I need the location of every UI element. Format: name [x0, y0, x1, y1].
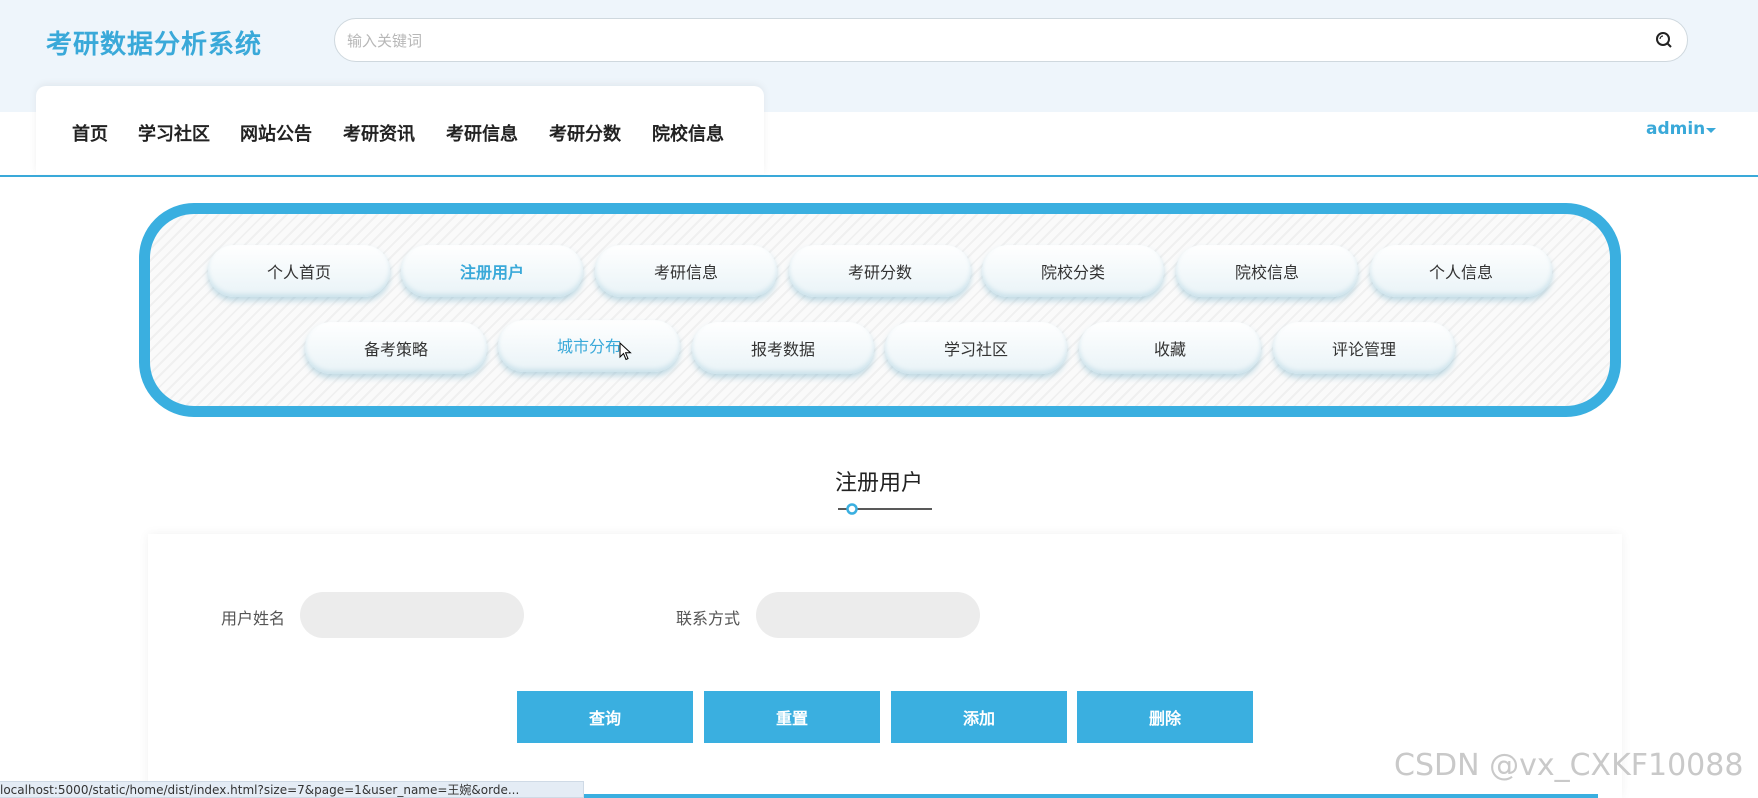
nav-item-exam-scores[interactable]: 考研分数 — [549, 120, 621, 146]
menu-comment-management[interactable]: 评论管理 — [1273, 322, 1455, 374]
search-input[interactable] — [345, 27, 1629, 55]
menu-city-distribution[interactable]: 城市分布 — [498, 320, 680, 372]
nav-item-announcements[interactable]: 网站公告 — [240, 120, 312, 146]
menu-school-category[interactable]: 院校分类 — [982, 245, 1164, 297]
menu-personal-home[interactable]: 个人首页 — [208, 245, 390, 297]
contact-label: 联系方式 — [676, 609, 741, 628]
menu-exam-info[interactable]: 考研信息 — [595, 245, 777, 297]
menu-registered-users[interactable]: 注册用户 — [401, 245, 583, 297]
title-underline-decoration — [838, 503, 932, 515]
mouse-cursor-icon — [619, 342, 632, 361]
page-title: 注册用户 — [834, 471, 923, 496]
username-label: 用户姓名 — [221, 609, 286, 628]
menu-study-community[interactable]: 学习社区 — [885, 322, 1067, 374]
browser-status-bar: localhost:5000/static/home/dist/index.ht… — [0, 781, 584, 798]
reset-button[interactable]: 重置 — [704, 691, 880, 743]
main-nav: 首页 学习社区 网站公告 考研资讯 考研信息 考研分数 院校信息 — [36, 86, 764, 174]
contact-input[interactable] — [756, 592, 980, 638]
nav-divider — [0, 175, 1758, 177]
menu-school-info[interactable]: 院校信息 — [1176, 245, 1358, 297]
nav-item-school-info[interactable]: 院校信息 — [652, 120, 724, 146]
nav-item-study-community[interactable]: 学习社区 — [138, 120, 210, 146]
menu-study-strategy[interactable]: 备考策略 — [305, 322, 487, 374]
search-box — [334, 18, 1688, 62]
table-header-edge — [560, 794, 1598, 798]
menu-personal-info[interactable]: 个人信息 — [1370, 245, 1552, 297]
nav-item-news[interactable]: 考研资讯 — [343, 120, 415, 146]
menu-application-data[interactable]: 报考数据 — [692, 322, 874, 374]
menu-favorites[interactable]: 收藏 — [1079, 322, 1261, 374]
watermark: CSDN @vx_CXKF10088 — [1394, 748, 1744, 783]
query-button[interactable]: 查询 — [517, 691, 693, 743]
search-icon[interactable] — [1653, 29, 1675, 51]
user-menu[interactable]: admin — [1646, 119, 1705, 139]
add-button[interactable]: 添加 — [891, 691, 1067, 743]
caret-down-icon[interactable] — [1706, 128, 1716, 133]
delete-button[interactable]: 删除 — [1077, 691, 1253, 743]
app-logo[interactable]: 考研数据分析系统 — [46, 24, 262, 61]
username-input[interactable] — [300, 592, 524, 638]
nav-item-exam-info[interactable]: 考研信息 — [446, 120, 518, 146]
menu-exam-scores[interactable]: 考研分数 — [789, 245, 971, 297]
center-menu — [139, 203, 1621, 417]
nav-item-home[interactable]: 首页 — [72, 120, 108, 146]
